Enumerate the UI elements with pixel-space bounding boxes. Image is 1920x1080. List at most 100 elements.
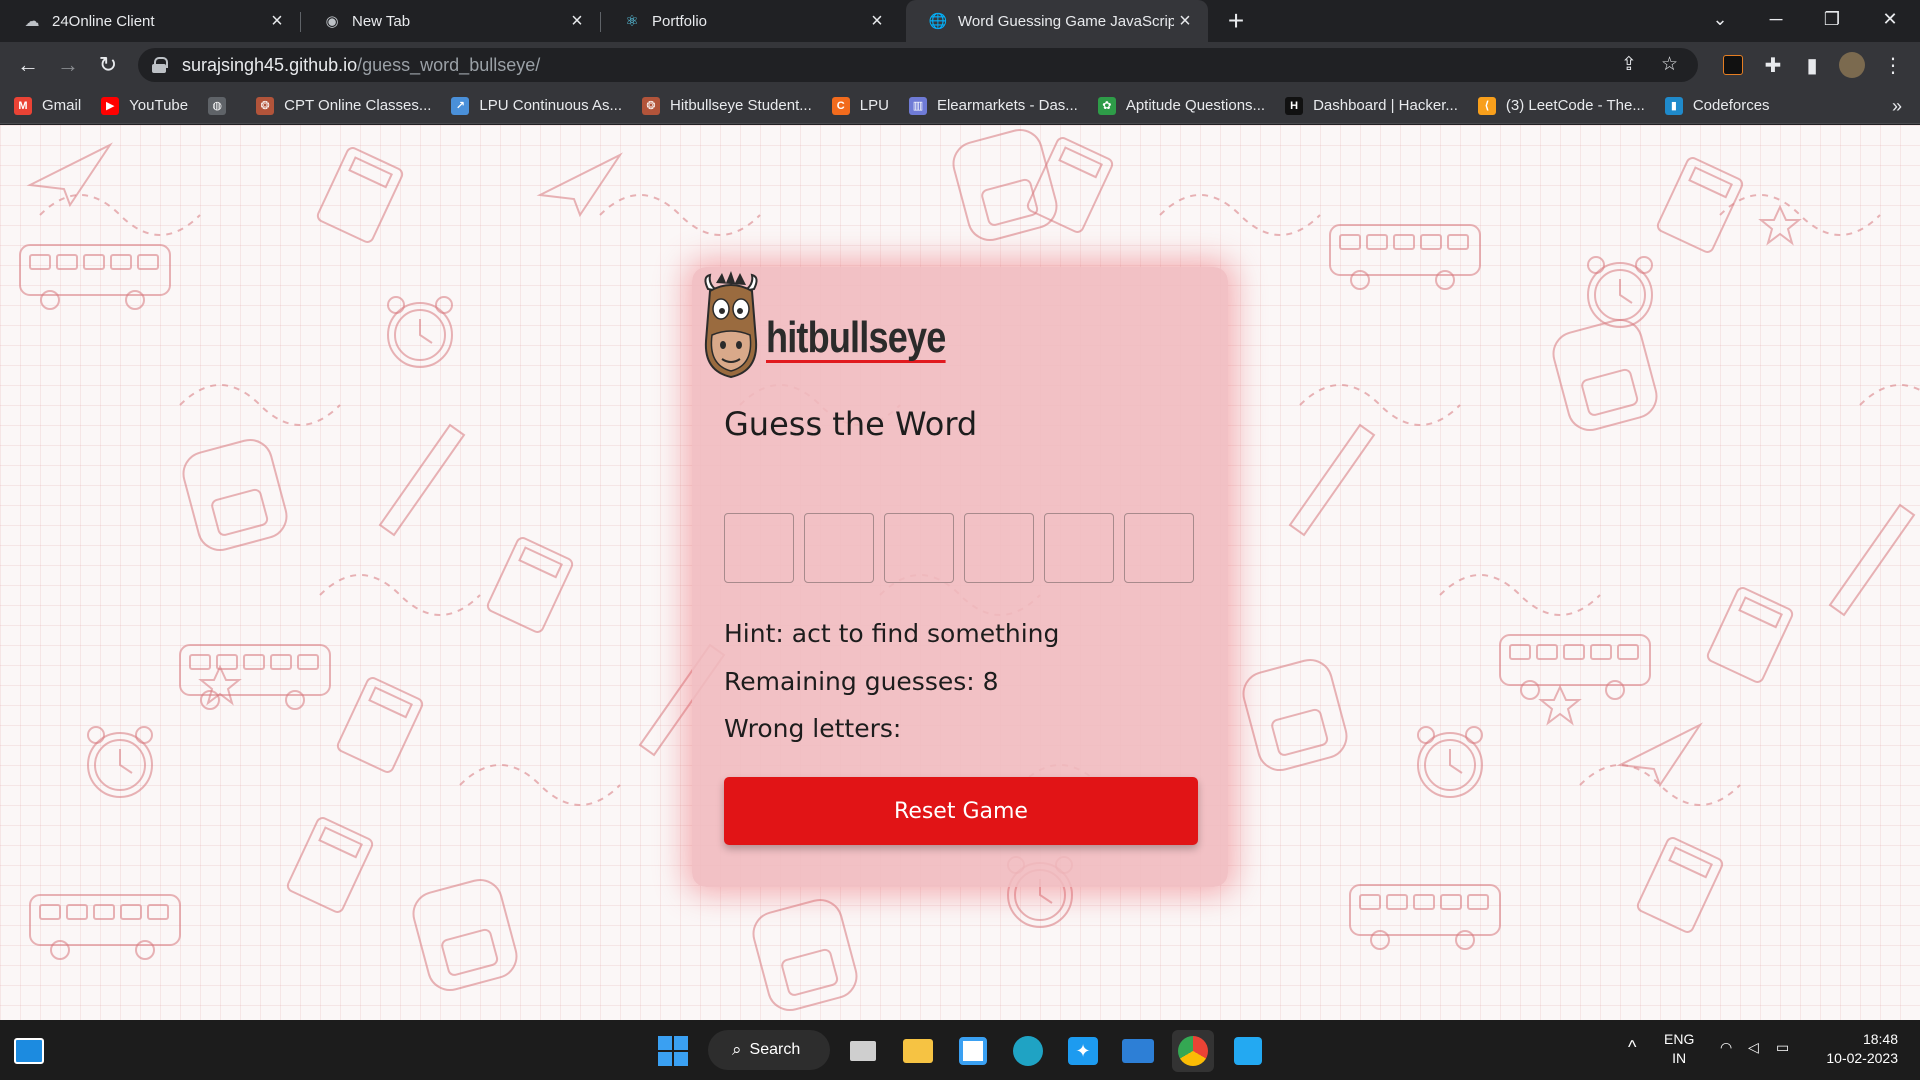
browser-toolbar: ← → ↻ surajsingh45.github.io/guess_word_…	[0, 42, 1920, 88]
bookmark-item[interactable]: ▮ Codeforces	[1664, 96, 1770, 115]
bookmark-label: Dashboard | Hacker...	[1313, 97, 1458, 114]
tab-title: Portfolio	[652, 12, 708, 30]
forward-icon[interactable]: →	[52, 49, 84, 81]
bookmark-label: Hitbullseye Student...	[670, 97, 812, 114]
globe-icon: 🌐	[928, 13, 948, 30]
volume-icon[interactable]: ◁	[1748, 1038, 1759, 1057]
bookmark-label: Codeforces	[1692, 97, 1770, 114]
reset-game-button[interactable]: Reset Game	[724, 777, 1198, 845]
bookmark-favicon-icon: M	[14, 96, 32, 115]
reload-icon[interactable]: ↻	[92, 49, 124, 81]
bookmark-star-icon[interactable]: ☆	[1661, 53, 1678, 76]
bookmark-favicon-icon: ▶	[101, 96, 120, 115]
chrome-icon: ◉	[325, 13, 339, 30]
game-card: hitbullseye Guess the Word Hint: act to …	[692, 267, 1228, 887]
logo-text: hitbullseye	[766, 313, 946, 363]
store-icon[interactable]	[952, 1030, 994, 1072]
tab-search-icon[interactable]: ⌄	[1696, 0, 1744, 38]
twitter-icon[interactable]: ✦	[1062, 1030, 1104, 1072]
battery-icon[interactable]: ▭	[1776, 1038, 1789, 1057]
language-indicator[interactable]: ENG IN	[1664, 1030, 1694, 1068]
tab-strip: ☁ 24Online Client × ◉ New Tab × ⚛ Portfo…	[0, 0, 1920, 42]
side-panel-icon[interactable]: ▮	[1797, 50, 1827, 80]
puzzle-icon[interactable]: ✚	[1758, 50, 1788, 80]
avatar[interactable]	[1837, 50, 1867, 80]
minimize-icon[interactable]: ─	[1752, 0, 1800, 38]
restore-icon[interactable]: ❐	[1808, 0, 1856, 38]
close-icon[interactable]: ×	[566, 10, 588, 32]
back-icon[interactable]: ←	[12, 49, 44, 81]
letter-box[interactable]	[1044, 513, 1114, 583]
url-path: /guess_word_bullseye/	[357, 54, 541, 75]
extension-icon[interactable]	[1718, 50, 1748, 80]
clock-date: 10-02-2023	[1826, 1050, 1898, 1066]
mail-icon[interactable]	[1117, 1030, 1159, 1072]
bookmark-item[interactable]: ▶ YouTube	[101, 96, 189, 115]
search-icon: ⌕	[732, 1040, 742, 1059]
bookmark-label: YouTube	[129, 97, 189, 114]
url-host: surajsingh45.github.io	[182, 54, 358, 75]
tab-24online[interactable]: ☁ 24Online Client ×	[0, 0, 300, 42]
new-tab-button[interactable]: +	[1220, 5, 1252, 37]
bookmark-label: LPU Continuous As...	[479, 97, 622, 114]
letter-box[interactable]	[724, 513, 794, 583]
edge-icon[interactable]	[1007, 1030, 1049, 1072]
letter-box[interactable]	[964, 513, 1034, 583]
task-view-icon[interactable]	[842, 1030, 884, 1072]
language-code: ENG	[1664, 1031, 1695, 1047]
bookmark-item[interactable]: ↗ LPU Continuous As...	[451, 96, 622, 115]
bookmark-label: Aptitude Questions...	[1125, 97, 1266, 114]
taskbar-search[interactable]: ⌕ Search	[708, 1030, 830, 1070]
cloud-icon: ☁	[24, 13, 40, 30]
lock-icon[interactable]	[152, 57, 168, 73]
menu-icon[interactable]: ⋮	[1878, 50, 1908, 80]
chevron-right-icon[interactable]: »	[1892, 96, 1902, 117]
file-explorer-icon[interactable]	[897, 1030, 939, 1072]
close-icon[interactable]: ×	[266, 10, 288, 32]
page-viewport: hitbullseye Guess the Word Hint: act to …	[0, 125, 1920, 1020]
bookmark-favicon-icon: ⟨	[1477, 96, 1496, 115]
chrome-taskbar-icon[interactable]	[1172, 1030, 1214, 1072]
bookmark-label: LPU	[859, 97, 889, 114]
letter-box[interactable]	[884, 513, 954, 583]
widgets-icon[interactable]	[8, 1030, 50, 1072]
clock[interactable]: 18:48 10-02-2023	[1818, 1030, 1898, 1068]
tab-portfolio[interactable]: ⚛ Portfolio ×	[600, 0, 900, 42]
search-label: Search	[749, 1041, 801, 1058]
close-window-icon[interactable]: ✕	[1866, 0, 1914, 38]
bookmark-item[interactable]: M Gmail	[14, 96, 82, 115]
bookmark-label: (3) LeetCode - The...	[1505, 97, 1645, 114]
tab-new-tab[interactable]: ◉ New Tab ×	[300, 0, 600, 42]
bookmark-item[interactable]: ❂ Hitbullseye Student...	[642, 96, 812, 115]
tab-title: New Tab	[352, 12, 411, 30]
letter-box[interactable]	[804, 513, 874, 583]
close-icon[interactable]: ×	[866, 10, 888, 32]
bookmark-item[interactable]: C LPU	[831, 96, 889, 115]
tab-word-guessing-game[interactable]: 🌐 Word Guessing Game JavaScript ×	[906, 0, 1208, 42]
bull-mascot-icon	[704, 271, 758, 379]
wifi-icon[interactable]: ◠	[1720, 1038, 1732, 1057]
bookmark-item[interactable]: ◍	[208, 96, 236, 115]
bookmark-item[interactable]: ✿ Aptitude Questions...	[1097, 96, 1266, 115]
bookmark-favicon-icon: ❂	[256, 96, 275, 115]
bookmark-label: Gmail	[42, 97, 82, 114]
bookmark-item[interactable]: ▥ Elearmarkets - Das...	[908, 96, 1078, 115]
tab-title: Word Guessing Game JavaScript	[958, 12, 1174, 30]
bookmark-favicon-icon: ↗	[451, 96, 470, 115]
address-bar[interactable]: surajsingh45.github.io/guess_word_bullse…	[138, 48, 1698, 82]
bookmark-favicon-icon: ▮	[1664, 96, 1683, 115]
close-icon[interactable]: ×	[1174, 10, 1196, 32]
share-icon[interactable]: ⇪	[1621, 53, 1637, 76]
windows-start-icon[interactable]	[652, 1030, 694, 1072]
wrong-letters-text: Wrong letters:	[724, 714, 902, 743]
bookmark-item[interactable]: ⟨ (3) LeetCode - The...	[1477, 96, 1645, 115]
letter-box[interactable]	[1124, 513, 1194, 583]
chevron-up-icon[interactable]: ^	[1628, 1038, 1636, 1057]
vscode-icon[interactable]	[1227, 1030, 1269, 1072]
clock-time: 18:48	[1862, 1031, 1898, 1047]
bookmark-favicon-icon: ▥	[908, 96, 927, 115]
bookmark-item[interactable]: H Dashboard | Hacker...	[1285, 96, 1458, 115]
bookmark-label: Elearmarkets - Das...	[936, 97, 1078, 114]
bookmark-item[interactable]: ❂ CPT Online Classes...	[256, 96, 431, 115]
windows-taskbar: ⌕ Search ✦ ^ ENG IN ◠ ◁ ▭ 18:48 10-02-20…	[0, 1020, 1920, 1080]
